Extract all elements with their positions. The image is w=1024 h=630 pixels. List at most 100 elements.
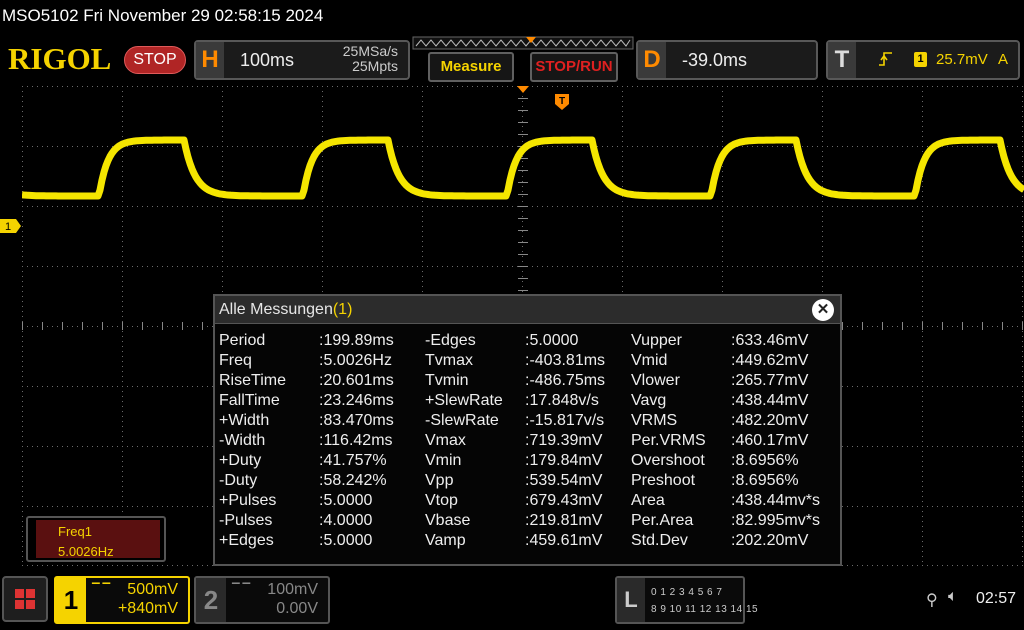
measurement-name: Vupper <box>631 332 682 349</box>
main-menu-button[interactable] <box>2 576 48 622</box>
la-channels-low: 0 1 2 3 4 5 6 7 <box>651 587 723 598</box>
measurement-name: Per.VRMS <box>631 432 706 449</box>
trigger-level: 25.7mV <box>936 51 988 68</box>
instrument-title: MSO5102 Fri November 29 02:58:15 2024 <box>2 6 324 25</box>
measurement-name: Vmin <box>425 452 462 469</box>
measurement-value: :8.6956% <box>731 472 799 489</box>
measurement-row: -Edges:5.0000 <box>425 332 635 352</box>
acquisition-info: 25MSa/s 25Mpts <box>343 44 398 74</box>
speaker-muted-icon[interactable]: 🔈︎ <box>948 588 958 606</box>
measurement-name: Vavg <box>631 392 667 409</box>
measurement-row: Vpp:539.54mV <box>425 472 635 492</box>
all-measurements-dialog[interactable]: Alle Messungen(1) ✕ Period:199.89ms Freq:… <box>213 294 842 566</box>
ch2-scale: 100mV <box>267 581 318 598</box>
ch2-number: 2 <box>196 578 226 622</box>
la-channels-high: 8 9 10 11 12 13 14 15 <box>651 604 759 615</box>
measurement-row: Tvmax:-403.81ms <box>425 352 635 372</box>
measurement-row: Period:199.89ms <box>219 332 429 352</box>
ch1-offset: +840mV <box>117 600 178 617</box>
measurement-name: FallTime <box>219 392 280 409</box>
measurement-value: :199.89ms <box>319 332 394 349</box>
measurement-row: Vmid:449.62mV <box>631 352 841 372</box>
measurement-value: :179.84mV <box>525 452 603 469</box>
measurement-row: Freq:5.0026Hz <box>219 352 429 372</box>
measurement-row: Std.Dev:202.20mV <box>631 532 841 552</box>
measurement-value: :719.39mV <box>525 432 603 449</box>
measurement-row: Tvmin:-486.75ms <box>425 372 635 392</box>
measurement-row: Vtop :679.43mV <box>425 492 635 512</box>
measurement-value: :460.17mV <box>731 432 809 449</box>
measurement-value: :8.6956% <box>731 452 799 469</box>
measurement-row: +Duty:41.757% <box>219 452 429 472</box>
ch1-offset-marker-label: 1 <box>5 221 11 233</box>
measurement-row: -Width:116.42ms <box>219 432 429 452</box>
close-dialog-button[interactable]: ✕ <box>812 299 834 321</box>
measurement-name: RiseTime <box>219 372 286 389</box>
measurement-name: -SlewRate <box>425 412 499 429</box>
ch2-panel[interactable]: 2 ▔ ▔ 100mV 0.00V <box>194 576 330 624</box>
system-clock: 02:57 <box>976 590 1017 607</box>
measurement-row: Vavg :438.44mV <box>631 392 841 412</box>
run-state-badge[interactable]: STOP <box>124 46 186 74</box>
ch1-number: 1 <box>56 578 86 622</box>
measurement-name: +Width <box>219 412 270 429</box>
measurement-value: :-403.81ms <box>525 352 606 369</box>
la-letter: L <box>617 578 645 622</box>
usb-icon: ⚲ <box>926 592 938 609</box>
measurement-row: Preshoot:8.6956% <box>631 472 841 492</box>
measurement-name: Tvmin <box>425 372 469 389</box>
measurement-value: :17.848v/s <box>525 392 599 409</box>
measurement-row: Area :438.44mv*s <box>631 492 841 512</box>
measurement-row: +Pulses:5.0000 <box>219 492 429 512</box>
measurement-value: :58.242% <box>319 472 387 489</box>
measurement-value: :459.61mV <box>525 532 603 549</box>
measurement-name: -Width <box>219 432 266 449</box>
stop-run-button[interactable]: STOP/RUN <box>530 52 618 82</box>
measurement-name: Overshoot <box>631 452 705 469</box>
measurement-name: Std.Dev <box>631 532 688 549</box>
measurement-value: :20.601ms <box>319 372 394 389</box>
measurement-name: +Edges <box>219 532 274 549</box>
measurement-value: :438.44mv*s <box>731 492 820 509</box>
measurement-name: Vtop <box>425 492 458 509</box>
measure-button[interactable]: Measure <box>428 52 514 82</box>
measurement-row: Vbase:219.81mV <box>425 512 635 532</box>
ch1-panel[interactable]: 1 ▔ ▔ 500mV +840mV <box>54 576 190 624</box>
measurement-value: :679.43mV <box>525 492 603 509</box>
measurement-row: +Edges:5.0000 <box>219 532 429 552</box>
horizontal-letter: H <box>196 42 224 78</box>
ch2-offset: 0.00V <box>276 600 318 617</box>
measurement-value: :633.46mV <box>731 332 809 349</box>
measurement-row: Per.VRMS :460.17mV <box>631 432 841 452</box>
measurement-row: Vmax:719.39mV <box>425 432 635 452</box>
measurement-value: :4.0000 <box>319 512 373 529</box>
ch1-offset-marker[interactable]: 1 <box>0 218 22 234</box>
measurement-row: Vamp:459.61mV <box>425 532 635 552</box>
freq-value: 5.0026Hz <box>58 544 114 559</box>
measurement-value: :23.246ms <box>319 392 394 409</box>
horizontal-panel[interactable]: H 100ms 25MSa/s 25Mpts <box>194 40 410 80</box>
memory-position-strip[interactable] <box>412 36 634 50</box>
measurement-value: :83.470ms <box>319 412 394 429</box>
measurement-column: Vupper:633.46mV Vmid:449.62mV Vlower:265.7… <box>631 332 841 552</box>
measurement-name: -Duty <box>219 472 258 489</box>
trigger-source-badge: 1 <box>914 52 927 67</box>
trigger-panel[interactable]: T 1 25.7mV A <box>826 40 1020 80</box>
trigger-level-marker[interactable]: T <box>555 94 569 110</box>
measurement-value: :219.81mV <box>525 512 603 529</box>
measurement-name: -Edges <box>425 332 476 349</box>
dialog-header[interactable]: Alle Messungen(1) ✕ <box>215 296 840 324</box>
measurement-row: -Pulses:4.0000 <box>219 512 429 532</box>
measurement-row: +Width :83.470ms <box>219 412 429 432</box>
measurement-row: -SlewRate :-15.817v/s <box>425 412 635 432</box>
measurement-row: Vmin :179.84mV <box>425 452 635 472</box>
measurement-value: :-15.817v/s <box>525 412 605 429</box>
bottom-bar: 1 ▔ ▔ 500mV +840mV 2 ▔ ▔ 100mV 0.00V L 0… <box>0 570 1024 630</box>
measurement-value: :41.757% <box>319 452 387 469</box>
freq-measurement-box[interactable]: Freq1 5.0026Hz <box>26 516 166 562</box>
measurement-value: :438.44mV <box>731 392 809 409</box>
measurement-name: Area <box>631 492 665 509</box>
delay-letter: D <box>638 42 666 78</box>
logic-analyzer-panel[interactable]: L 0 1 2 3 4 5 6 7 8 9 10 11 12 13 14 15 <box>615 576 758 624</box>
delay-panel[interactable]: D -39.0ms <box>636 40 818 80</box>
